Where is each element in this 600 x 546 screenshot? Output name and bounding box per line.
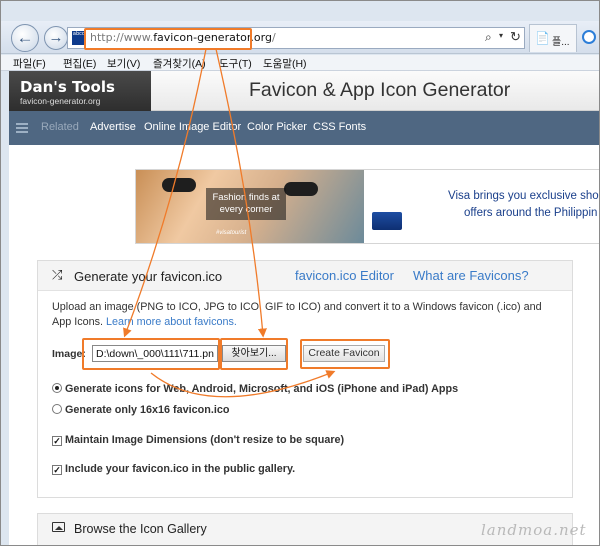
ad-photo: Fashion finds at every corner #visatouri… <box>136 170 364 243</box>
nav-related-label: Related <box>41 121 79 133</box>
menu-edit[interactable]: 편집(E) <box>63 56 96 71</box>
shuffle-icon: ⤮ <box>52 267 63 282</box>
highlight-browse-button <box>220 338 288 370</box>
site-logo[interactable]: Dan's Tools favicon-generator.org <box>9 71 151 111</box>
picture-icon <box>52 522 65 532</box>
option-16x16[interactable]: Generate only 16x16 favicon.ico <box>52 404 229 416</box>
check-public-gallery[interactable]: ✓ Include your favicon.ico in the public … <box>52 463 295 475</box>
nav-link-image-editor[interactable]: Online Image Editor <box>144 121 241 133</box>
menu-icon[interactable] <box>16 123 28 133</box>
what-are-favicons-link[interactable]: What are Favicons? <box>413 268 529 283</box>
highlight-file-input <box>82 338 220 370</box>
ad-badge-line: every corner <box>219 204 273 215</box>
gallery-title: Browse the Icon Gallery <box>74 522 207 536</box>
radio-selected[interactable] <box>52 383 62 393</box>
nav-link-css-fonts[interactable]: CSS Fonts <box>313 121 366 133</box>
generator-panel: ⤮ Generate your favicon.ico favicon.ico … <box>37 260 573 498</box>
site-header: Dan's Tools favicon-generator.org Favico… <box>9 71 599 111</box>
nav-link-advertise[interactable]: Advertise <box>90 121 136 133</box>
page-title: Favicon & App Icon Generator <box>249 79 511 101</box>
radio-unselected[interactable] <box>52 404 62 414</box>
ad-hashtag: #visatourist <box>216 230 247 236</box>
browser-window: ← → abcd http://www.favicon-generator.or… <box>0 0 600 546</box>
panel-description: Upload an image (PNG to ICO, JPG to ICO,… <box>52 301 542 328</box>
checkbox-checked[interactable]: ✓ <box>52 436 62 446</box>
option-all-icons[interactable]: Generate icons for Web, Android, Microso… <box>52 383 458 395</box>
checkbox-checked[interactable]: ✓ <box>52 465 62 475</box>
ad-badge: Fashion finds at every corner <box>206 188 286 220</box>
ad-card-image <box>372 212 402 230</box>
nav-link-color-picker[interactable]: Color Picker <box>247 121 307 133</box>
highlight-url <box>84 28 252 50</box>
ie-logo-icon <box>582 30 596 44</box>
back-button[interactable]: ← <box>11 24 39 52</box>
ad-text-line: offers around the Philippin <box>464 207 598 219</box>
highlight-create-button <box>300 339 390 369</box>
watermark: landmoa.net <box>481 521 587 539</box>
nav-bar: Related Advertise Online Image Editor Co… <box>9 111 599 145</box>
panel-header: ⤮ Generate your favicon.ico favicon.ico … <box>38 261 572 291</box>
browser-tab[interactable]: 📄 플... <box>529 24 577 52</box>
menu-favorites[interactable]: 즐겨찾기(A) <box>153 56 206 71</box>
logo-title: Dan's Tools <box>20 78 115 96</box>
learn-more-link[interactable]: Learn more about favicons. <box>106 316 237 328</box>
ad-banner[interactable]: Fashion finds at every corner #visatouri… <box>135 169 599 244</box>
tab-page-icon: 📄 <box>535 31 550 45</box>
chevron-down-icon[interactable]: ▾ <box>499 31 503 40</box>
favicon-editor-link[interactable]: favicon.ico Editor <box>295 268 394 283</box>
refresh-icon[interactable]: ↻ <box>510 29 521 45</box>
menu-bar: 파일(F) 편집(E) 보기(V) 즐겨찾기(A) 도구(T) 도움말(H) <box>1 55 599 71</box>
image-label: Image: <box>52 348 86 360</box>
menu-view[interactable]: 보기(V) <box>107 56 140 71</box>
check-maintain-dimensions[interactable]: ✓ Maintain Image Dimensions (don't resize… <box>52 434 344 446</box>
logo-subtitle: favicon-generator.org <box>20 96 101 106</box>
search-icon[interactable]: ⌕ <box>485 30 492 45</box>
forward-button[interactable]: → <box>44 26 68 50</box>
ad-sunglasses-shape <box>284 182 318 196</box>
panel-title: Generate your favicon.ico <box>74 269 223 284</box>
menu-tools[interactable]: 도구(T) <box>219 56 252 71</box>
ad-text-line: Visa brings you exclusive sho <box>448 190 599 202</box>
ad-badge-line: Fashion finds at <box>212 192 280 203</box>
menu-help[interactable]: 도움말(H) <box>263 56 307 71</box>
menu-file[interactable]: 파일(F) <box>13 56 46 71</box>
ad-sunglasses-shape <box>162 178 196 192</box>
tab-label: 플... <box>552 37 570 48</box>
